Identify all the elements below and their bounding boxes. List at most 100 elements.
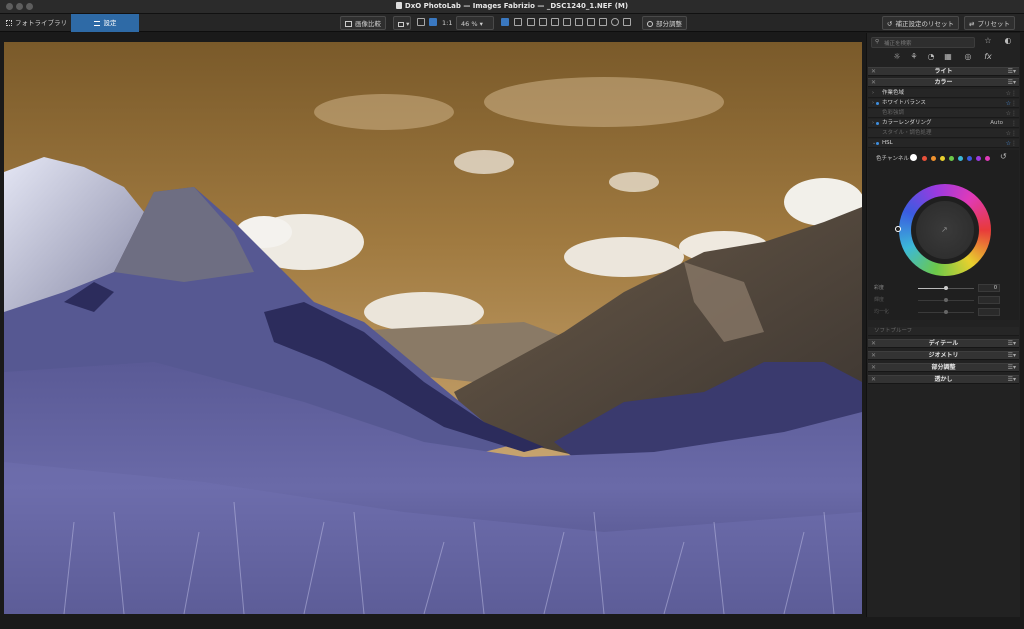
channel-swatch-orange[interactable]	[931, 156, 936, 161]
wheel-handle-left[interactable]	[895, 226, 901, 232]
before-after-icon[interactable]	[623, 18, 631, 26]
row-softproof[interactable]: ソフトプルーフ	[868, 327, 1019, 336]
luminance-value[interactable]	[978, 296, 1000, 304]
more-icon[interactable]: ⋮	[1011, 109, 1017, 118]
channel-swatch-red[interactable]	[922, 156, 927, 161]
sliders-icon	[93, 20, 100, 26]
corrections-panel: ⚲ 補正を検索 ☆ ◐ ☼ ⚘ ◔ ▦ ◎ fx ✕ ライト ☰▾ ✕ カラー …	[866, 33, 1020, 624]
move-icon[interactable]	[429, 18, 437, 26]
saturation-slider[interactable]: 彩度 0	[868, 284, 1019, 292]
main-toolbar: フォトライブラリ 設定 画像比較 ▾ 1:1 46 % ▾ 部分調整 ↺ 補正設定…	[0, 14, 1024, 32]
section-menu-icon[interactable]: ☰▾	[1008, 352, 1016, 360]
more-icon[interactable]: ⋮	[1011, 119, 1017, 128]
section-menu-icon[interactable]: ☰▾	[1008, 340, 1016, 348]
slider-knob[interactable]	[944, 298, 948, 302]
section-detail[interactable]: ✕ ディテール ☰▾	[868, 339, 1019, 348]
repair-icon[interactable]	[575, 18, 583, 26]
search-placeholder: 補正を検索	[884, 41, 912, 47]
frame-icon	[398, 21, 404, 27]
light-tab-icon[interactable]: ☼	[892, 52, 902, 62]
toggle-icon[interactable]: ◐	[1003, 36, 1013, 46]
saturation-value[interactable]: 0	[978, 284, 1000, 292]
presets-icon: ⇄	[969, 20, 975, 28]
section-watermark[interactable]: ✕ 透かし ☰▾	[868, 375, 1019, 384]
row-color-rendering[interactable]: › カラーレンダリング Auto ⋮	[868, 119, 1019, 128]
filmstrip-handle[interactable]	[0, 617, 1024, 629]
color-tab-icon[interactable]: ⚘	[909, 52, 919, 62]
local-tab-icon[interactable]: ◎	[963, 52, 973, 62]
redeye-icon[interactable]	[563, 18, 571, 26]
crop-icon[interactable]	[514, 18, 522, 26]
row-hsl[interactable]: ⌄ HSL ☆ ⋮	[868, 139, 1019, 148]
expand-chevron-icon[interactable]: ›	[872, 89, 874, 98]
row-color-accentuation[interactable]: 色彩強調 ☆ ⋮	[868, 109, 1019, 118]
channel-swatch-blue[interactable]	[967, 156, 972, 161]
section-menu-icon[interactable]: ☰▾	[1008, 68, 1016, 76]
uniformity-slider[interactable]: 均一化	[868, 308, 1019, 316]
row-style-toning[interactable]: スタイル・調色処理 ☆ ⋮	[868, 129, 1019, 138]
presets-button[interactable]: ⇄ プリセット	[964, 16, 1015, 30]
target-icon	[647, 21, 653, 27]
window-title: DxO PhotoLab — Images Fabrizio — _DSC124…	[0, 2, 1024, 10]
hand-tool-icon[interactable]	[501, 18, 509, 26]
compare-icon	[345, 21, 352, 27]
grid-icon	[6, 20, 12, 26]
view-mode-dropdown[interactable]: ▾	[393, 16, 411, 30]
channel-swatch-all[interactable]	[910, 154, 917, 161]
section-light[interactable]: ✕ ライト ☰▾	[868, 67, 1019, 76]
row-white-balance[interactable]: › ホワイトバランス ☆ ⋮	[868, 99, 1019, 108]
row-working-space[interactable]: › 作業色域 ☆ ⋮	[868, 89, 1019, 98]
fit-screen-icon[interactable]	[417, 18, 425, 26]
section-local-adjustments[interactable]: ✕ 部分調整 ☰▾	[868, 363, 1019, 372]
reset-corrections-button[interactable]: ↺ 補正設定のリセット	[882, 16, 959, 30]
tab-photo-library[interactable]: フォトライブラリ	[2, 16, 71, 30]
uniformity-value[interactable]	[978, 308, 1000, 316]
expand-chevron-icon[interactable]: ›	[872, 119, 874, 128]
luminance-slider[interactable]: 輝度	[868, 296, 1019, 304]
search-icon: ⚲	[875, 39, 880, 45]
section-menu-icon[interactable]: ☰▾	[1008, 376, 1016, 384]
perspective-icon[interactable]	[551, 18, 559, 26]
zoom-level-dropdown[interactable]: 46 % ▾	[456, 16, 494, 30]
favorite-star-icon[interactable]: ☆	[983, 36, 993, 46]
wheel-center-icon: ↗	[941, 225, 948, 234]
brush-icon[interactable]	[599, 18, 607, 26]
reset-channel-icon[interactable]: ↺	[1000, 152, 1007, 161]
more-icon[interactable]: ⋮	[1011, 89, 1017, 98]
detail-tab-icon[interactable]: ◔	[926, 52, 936, 62]
channel-swatch-green[interactable]	[949, 156, 954, 161]
search-corrections-field[interactable]: ⚲ 補正を検索	[871, 37, 975, 48]
effects-tab-icon[interactable]: fx	[983, 52, 993, 62]
slider-knob[interactable]	[944, 310, 948, 314]
more-icon[interactable]: ⋮	[1011, 99, 1017, 108]
tab-customize[interactable]: 設定	[71, 14, 139, 32]
eyedropper-icon[interactable]	[527, 18, 535, 26]
compare-button[interactable]: 画像比較	[340, 16, 386, 30]
undo-icon: ↺	[887, 20, 893, 28]
active-dot-icon	[876, 102, 879, 105]
expand-chevron-icon[interactable]: ›	[872, 99, 874, 108]
section-color[interactable]: ✕ カラー ☰▾	[868, 78, 1019, 87]
landscape-image	[4, 42, 862, 614]
hsl-tool: 色チャンネル ↺ ↗ 彩度 0 輝度 均一化	[868, 150, 1019, 320]
local-adjustments-button[interactable]: 部分調整	[642, 16, 687, 30]
channel-swatch-magenta[interactable]	[985, 156, 990, 161]
channel-swatch-cyan[interactable]	[958, 156, 963, 161]
horizon-icon[interactable]	[539, 18, 547, 26]
file-icon	[395, 2, 402, 9]
zoom-1to1-button[interactable]: 1:1	[438, 16, 456, 30]
section-menu-icon[interactable]: ☰▾	[1008, 364, 1016, 372]
eye-icon[interactable]	[611, 18, 619, 26]
color-wheel[interactable]: ↗	[895, 184, 991, 276]
channel-swatch-purple[interactable]	[976, 156, 981, 161]
more-icon[interactable]: ⋮	[1011, 129, 1017, 138]
clone-icon[interactable]	[587, 18, 595, 26]
photo-preview[interactable]	[4, 42, 862, 614]
color-channel-label: 色チャンネル	[876, 156, 909, 162]
more-icon[interactable]: ⋮	[1011, 139, 1017, 148]
geometry-tab-icon[interactable]: ▦	[943, 52, 953, 62]
slider-knob[interactable]	[944, 286, 948, 290]
section-geometry[interactable]: ✕ ジオメトリ ☰▾	[868, 351, 1019, 360]
channel-swatch-yellow[interactable]	[940, 156, 945, 161]
section-menu-icon[interactable]: ☰▾	[1008, 79, 1016, 87]
